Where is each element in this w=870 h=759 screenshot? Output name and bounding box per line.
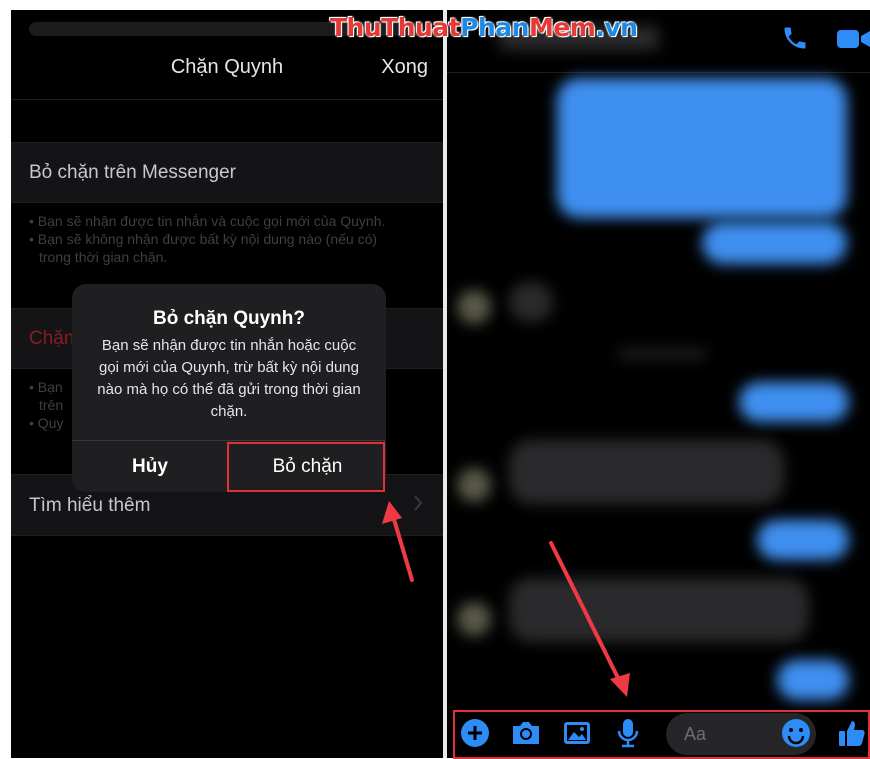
arrow-down-icon <box>549 541 630 697</box>
arrow-up-icon <box>382 501 414 582</box>
annotation-arrows <box>382 501 630 697</box>
watermark-logo: ThuThuatPhanMem.vn <box>330 13 638 42</box>
